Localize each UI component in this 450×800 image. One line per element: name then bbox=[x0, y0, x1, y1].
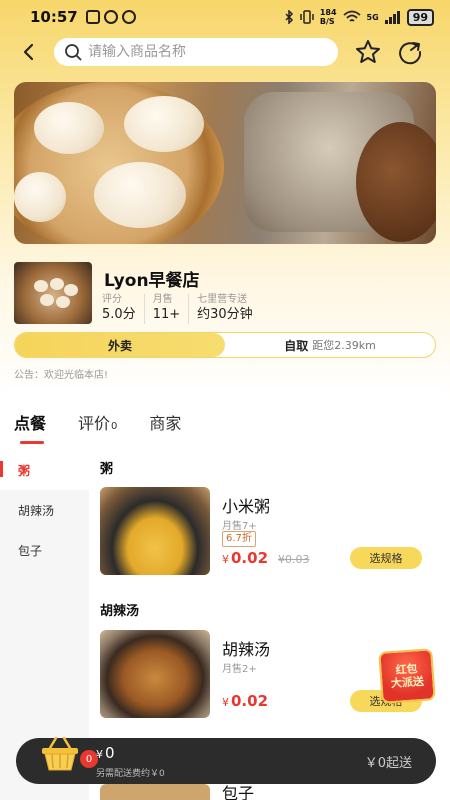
product-sales: 月售7+ bbox=[222, 521, 257, 532]
cart-total-value: 0 bbox=[105, 744, 115, 762]
discount-badge: 6.7折 bbox=[222, 531, 256, 547]
app-icon bbox=[121, 10, 136, 24]
thumb-bun bbox=[50, 278, 64, 290]
banner-bun bbox=[34, 102, 104, 154]
stat-label: 评分 bbox=[102, 294, 122, 305]
status-bar: 10:57 184 B/S 5G 99 bbox=[0, 0, 450, 34]
banner-bun bbox=[94, 162, 186, 228]
product-price: ¥0.02 bbox=[222, 549, 268, 567]
stat-label: 月售 bbox=[152, 294, 173, 305]
banner-bun bbox=[124, 96, 204, 152]
notification-icon bbox=[103, 10, 118, 24]
store-logo bbox=[14, 262, 92, 324]
back-arrow-icon bbox=[23, 43, 34, 61]
category-label: 包子 bbox=[18, 543, 43, 558]
stat-value: 11+ bbox=[152, 307, 181, 322]
review-count: 0 bbox=[111, 421, 118, 432]
top-nav bbox=[0, 36, 450, 68]
product-name: 小米粥 bbox=[222, 497, 271, 516]
vibrate-icon bbox=[300, 10, 314, 24]
nfc-icon bbox=[85, 10, 100, 24]
status-right: 184 B/S 5G 99 bbox=[284, 8, 434, 26]
product-image bbox=[100, 487, 210, 575]
search-icon bbox=[65, 44, 82, 61]
thumb-bun bbox=[34, 280, 48, 292]
product-price: ¥0.02 bbox=[222, 692, 268, 710]
delivery-mode-toggle: 外卖 自取 距您2.39km bbox=[14, 332, 436, 358]
stat-value: 约30分钟 bbox=[197, 307, 253, 322]
store-notice: 公告：欢迎光临本店! bbox=[14, 370, 109, 381]
store-banner-image bbox=[14, 82, 436, 244]
delivery-option[interactable]: 外卖 bbox=[15, 333, 225, 357]
delivery-fee-note: 另需配送费约￥0 bbox=[96, 769, 165, 779]
original-price: ¥0.03 bbox=[278, 553, 310, 566]
cart-total: ¥0 bbox=[96, 744, 115, 762]
store-stats: 评分 5.0分 月售 11+ 七里营专送 约30分钟 bbox=[102, 294, 269, 324]
minimum-order: ￥0起送 bbox=[364, 756, 412, 771]
store-name: Lyon早餐店 bbox=[104, 271, 200, 291]
signal-icon bbox=[384, 11, 400, 24]
tab-label: 商家 bbox=[149, 414, 182, 433]
select-spec-button[interactable]: 选规格 bbox=[350, 547, 422, 569]
category-item-hot-soup[interactable]: 胡辣汤 bbox=[0, 490, 89, 530]
pickup-distance: 距您2.39km bbox=[312, 339, 376, 352]
search-input[interactable] bbox=[88, 44, 328, 60]
currency-symbol: ¥ bbox=[96, 748, 103, 761]
stat-label: 七里营专送 bbox=[197, 294, 248, 305]
currency-symbol: ¥ bbox=[222, 696, 229, 709]
favorite-button[interactable] bbox=[354, 38, 382, 66]
currency-symbol: ¥ bbox=[222, 553, 229, 566]
product-card[interactable]: 小米粥 月售7+ 6.7折 ¥0.02 ¥0.03 选规格 bbox=[100, 487, 436, 577]
star-icon bbox=[356, 40, 380, 63]
pickup-option[interactable]: 自取 距您2.39km bbox=[225, 333, 435, 357]
net-speed-value: 184 bbox=[319, 8, 337, 17]
tab-order[interactable]: 点餐 bbox=[14, 410, 47, 444]
category-label: 粥 bbox=[18, 463, 31, 478]
delivery-label: 外卖 bbox=[107, 338, 132, 353]
share-button[interactable] bbox=[396, 38, 424, 66]
stat-value: 5.0分 bbox=[102, 307, 136, 322]
category-item-porridge[interactable]: 粥 bbox=[0, 450, 89, 490]
pickup-label: 自取 bbox=[284, 338, 309, 353]
banner-bun bbox=[14, 172, 66, 222]
search-bar[interactable] bbox=[54, 38, 338, 66]
net-speed-unit: B/S bbox=[319, 17, 335, 26]
section-title: 胡辣汤 bbox=[100, 604, 140, 619]
store-tabs: 点餐 评价0 商家 bbox=[14, 410, 213, 444]
bluetooth-icon bbox=[285, 10, 293, 24]
product-image bbox=[100, 630, 210, 718]
red-packet-line2: 大派送 bbox=[390, 674, 425, 691]
section-title: 粥 bbox=[100, 462, 114, 477]
tab-merchant[interactable]: 商家 bbox=[149, 410, 181, 434]
status-time: 10:57 bbox=[30, 8, 78, 26]
thumb-bun bbox=[64, 284, 78, 296]
thumb-bun bbox=[56, 296, 70, 308]
network-type: 5G bbox=[366, 12, 379, 22]
stat-delivery-time: 七里营专送 约30分钟 bbox=[197, 294, 261, 324]
red-packet-button[interactable]: 红包 大派送 bbox=[378, 648, 436, 704]
tab-label: 点餐 bbox=[14, 414, 47, 433]
price-value: 0.02 bbox=[231, 692, 269, 710]
product-name: 胡辣汤 bbox=[222, 640, 271, 659]
wifi-icon bbox=[342, 10, 361, 22]
banner-spoon bbox=[356, 122, 436, 242]
back-button[interactable] bbox=[14, 38, 42, 66]
stat-rating: 评分 5.0分 bbox=[102, 294, 145, 324]
cart-bar[interactable]: 0 ¥0 另需配送费约￥0 ￥0起送 bbox=[16, 736, 436, 784]
stat-monthly-sales: 月售 11+ bbox=[152, 294, 190, 324]
product-sales: 月售2+ bbox=[222, 664, 257, 675]
net-speed: 184 B/S bbox=[320, 8, 337, 26]
category-item-buns[interactable]: 包子 bbox=[0, 530, 89, 570]
tab-reviews[interactable]: 评价0 bbox=[78, 410, 117, 434]
price-value: 0.02 bbox=[231, 549, 269, 567]
tab-label: 评价 bbox=[78, 414, 111, 433]
share-icon bbox=[399, 42, 422, 65]
thumb-bun bbox=[40, 294, 54, 306]
battery-indicator: 99 bbox=[406, 8, 434, 26]
shopping-basket-icon[interactable] bbox=[38, 732, 82, 776]
category-label: 胡辣汤 bbox=[18, 503, 55, 518]
product-image bbox=[100, 784, 210, 800]
